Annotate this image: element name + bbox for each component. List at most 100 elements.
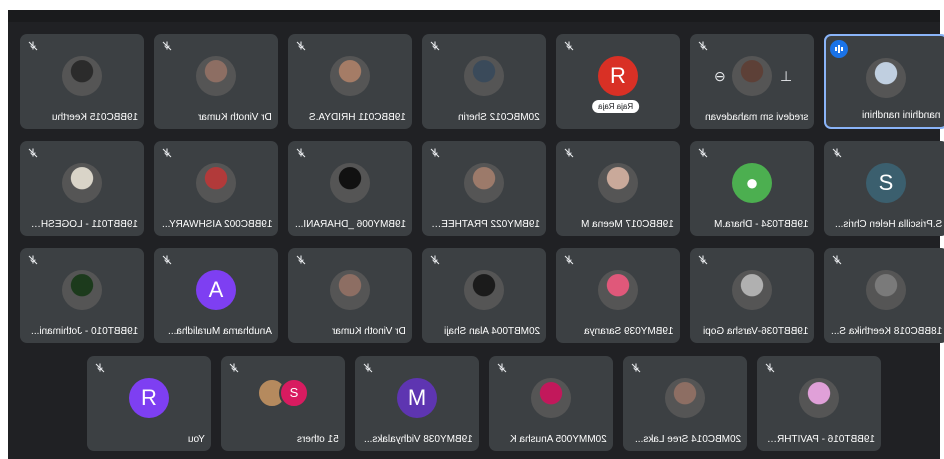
avatar: S xyxy=(279,378,309,408)
participant-tile[interactable]: 19BBT010 - Jothimani... xyxy=(20,248,144,343)
participant-name: 19BBT011 - LOGESHW... xyxy=(26,219,138,230)
avatar xyxy=(598,270,638,310)
mic-off-icon xyxy=(630,362,644,376)
participant-tile[interactable]: 19BBC002 AISHWARY... xyxy=(154,141,278,236)
participant-tile[interactable]: Dr Vinoth Kumar xyxy=(288,248,412,343)
participant-name: 19BBC011 HRIDYA.S xyxy=(309,112,406,123)
participant-name: 19BBC002 AISHWARY... xyxy=(161,219,272,230)
participant-tile[interactable]: 20MBC014 Sree Laks... xyxy=(623,356,747,451)
avatar: A xyxy=(196,270,236,310)
avatar xyxy=(196,163,236,203)
mic-off-icon xyxy=(764,362,778,376)
mic-off-icon xyxy=(563,254,577,268)
participant-tile[interactable]: 19BBC017 Meena M xyxy=(556,141,680,236)
participant-name: 20MBT004 Alan Shaji xyxy=(443,326,540,337)
participant-tile[interactable]: 19BBT016 - PAVITHRA.V xyxy=(757,356,881,451)
mic-off-icon xyxy=(563,147,577,161)
participant-tile[interactable]: 19BBT011 - LOGESHW... xyxy=(20,141,144,236)
participant-name: 19BMY038 Vidhyalaks... xyxy=(364,434,473,445)
participant-name: 20MBC014 Sree Laks... xyxy=(634,434,741,445)
avatar: R xyxy=(598,56,638,96)
others-avatar-stack: S xyxy=(257,374,311,408)
participant-name: S.Priscilla Helen Chris... xyxy=(834,219,942,230)
mic-off-icon xyxy=(295,147,309,161)
participant-tile[interactable]: S S.Priscilla Helen Chris... xyxy=(824,141,944,236)
participant-tile[interactable]: 20MMY005 Anusha K xyxy=(489,356,613,451)
participant-name: 19BBT016 - PAVITHRA.V xyxy=(763,434,875,445)
avatar xyxy=(732,56,772,96)
participant-tile[interactable]: 19BMY039 Saranya xyxy=(556,248,680,343)
mic-off-icon xyxy=(831,147,845,161)
participant-tile[interactable]: A Anubharna Muralidha... xyxy=(154,248,278,343)
avatar xyxy=(665,378,705,418)
participant-tile[interactable]: nandhini nandhini xyxy=(824,34,944,129)
avatar xyxy=(62,56,102,96)
participant-tile[interactable]: ⊥ ⊖ sredevi sm mahadevan xyxy=(690,34,814,129)
avatar xyxy=(464,163,504,203)
mic-off-icon xyxy=(295,254,309,268)
avatar xyxy=(330,163,370,203)
avatar xyxy=(62,270,102,310)
participant-tile[interactable]: 18BBC018 Keerthika S... xyxy=(824,248,944,343)
mic-off-icon xyxy=(697,147,711,161)
top-bar xyxy=(8,10,940,22)
participant-tile[interactable]: 19BMY022 PRATHEEP... xyxy=(422,141,546,236)
participant-name: 20MMY005 Anusha K xyxy=(510,434,607,445)
participant-tile[interactable]: Dr Vinoth Kumar xyxy=(154,34,278,129)
participant-name: 19BMY006 _DHARANI... xyxy=(294,219,406,230)
participant-name: sredevi sm mahadevan xyxy=(704,112,808,123)
mic-off-icon xyxy=(362,362,376,376)
participant-name: 19BBC017 Meena M xyxy=(581,219,674,230)
mic-off-icon xyxy=(27,40,41,54)
avatar xyxy=(531,378,571,418)
mic-off-icon xyxy=(429,147,443,161)
pin-icon[interactable]: ⊥ xyxy=(780,68,792,85)
participant-name: 19BBC015 Keerthu xyxy=(51,112,138,123)
participant-tile[interactable]: M 19BMY038 Vidhyalaks... xyxy=(355,356,479,451)
avatar: R xyxy=(129,378,169,418)
avatar xyxy=(866,270,906,310)
mic-off-icon xyxy=(429,254,443,268)
participant-name: 19BMY022 PRATHEEP... xyxy=(428,219,540,230)
participant-name: 20MBC012 Sherin xyxy=(458,112,540,123)
mic-off-icon xyxy=(496,362,510,376)
avatar xyxy=(866,58,906,98)
participant-tile[interactable]: R You xyxy=(87,356,211,451)
mic-off-icon xyxy=(228,362,242,376)
mic-off-icon xyxy=(697,254,711,268)
more-options-icon[interactable]: ⊖ xyxy=(714,68,726,85)
participant-tile[interactable]: 19BBC015 Keerthu xyxy=(20,34,144,129)
avatar xyxy=(598,163,638,203)
avatar xyxy=(330,56,370,96)
meeting-grid: 19BBC015 Keerthu Dr Vinoth Kumar 19BBC011 … xyxy=(8,10,944,459)
participant-name: 51 others xyxy=(297,434,339,445)
mic-off-icon xyxy=(831,254,845,268)
participant-tile[interactable]: 19BBC011 HRIDYA.S xyxy=(288,34,412,129)
mic-off-icon xyxy=(161,147,175,161)
mic-off-icon xyxy=(161,40,175,54)
avatar: ● xyxy=(732,163,772,203)
avatar xyxy=(196,56,236,96)
mic-off-icon xyxy=(429,40,443,54)
avatar: M xyxy=(397,378,437,418)
avatar xyxy=(62,163,102,203)
mic-off-icon xyxy=(563,40,577,54)
participant-name: 18BBC018 Keerthika S... xyxy=(830,326,942,337)
avatar xyxy=(464,270,504,310)
participant-tile[interactable]: 20MBT004 Alan Shaji xyxy=(422,248,546,343)
mic-off-icon xyxy=(161,254,175,268)
participant-name: 19BBT010 - Jothimani... xyxy=(30,326,138,337)
participant-tile[interactable]: R Raja Raja xyxy=(556,34,680,129)
speaking-indicator-icon xyxy=(830,40,848,58)
avatar: S xyxy=(866,163,906,203)
mic-off-icon xyxy=(27,254,41,268)
participant-tile[interactable]: 19BBT036-Varsha Gopi xyxy=(690,248,814,343)
participant-name: 19BBT036-Varsha Gopi xyxy=(702,326,808,337)
participant-tile[interactable]: ● 19BBT034 - Dhara.M xyxy=(690,141,814,236)
participant-tile[interactable]: S 51 others xyxy=(221,356,345,451)
participant-name: 19BMY039 Saranya xyxy=(584,326,674,337)
mic-off-icon xyxy=(94,362,108,376)
participant-tile[interactable]: 19BMY006 _DHARANI... xyxy=(288,141,412,236)
avatar xyxy=(799,378,839,418)
participant-tile[interactable]: 20MBC012 Sherin xyxy=(422,34,546,129)
